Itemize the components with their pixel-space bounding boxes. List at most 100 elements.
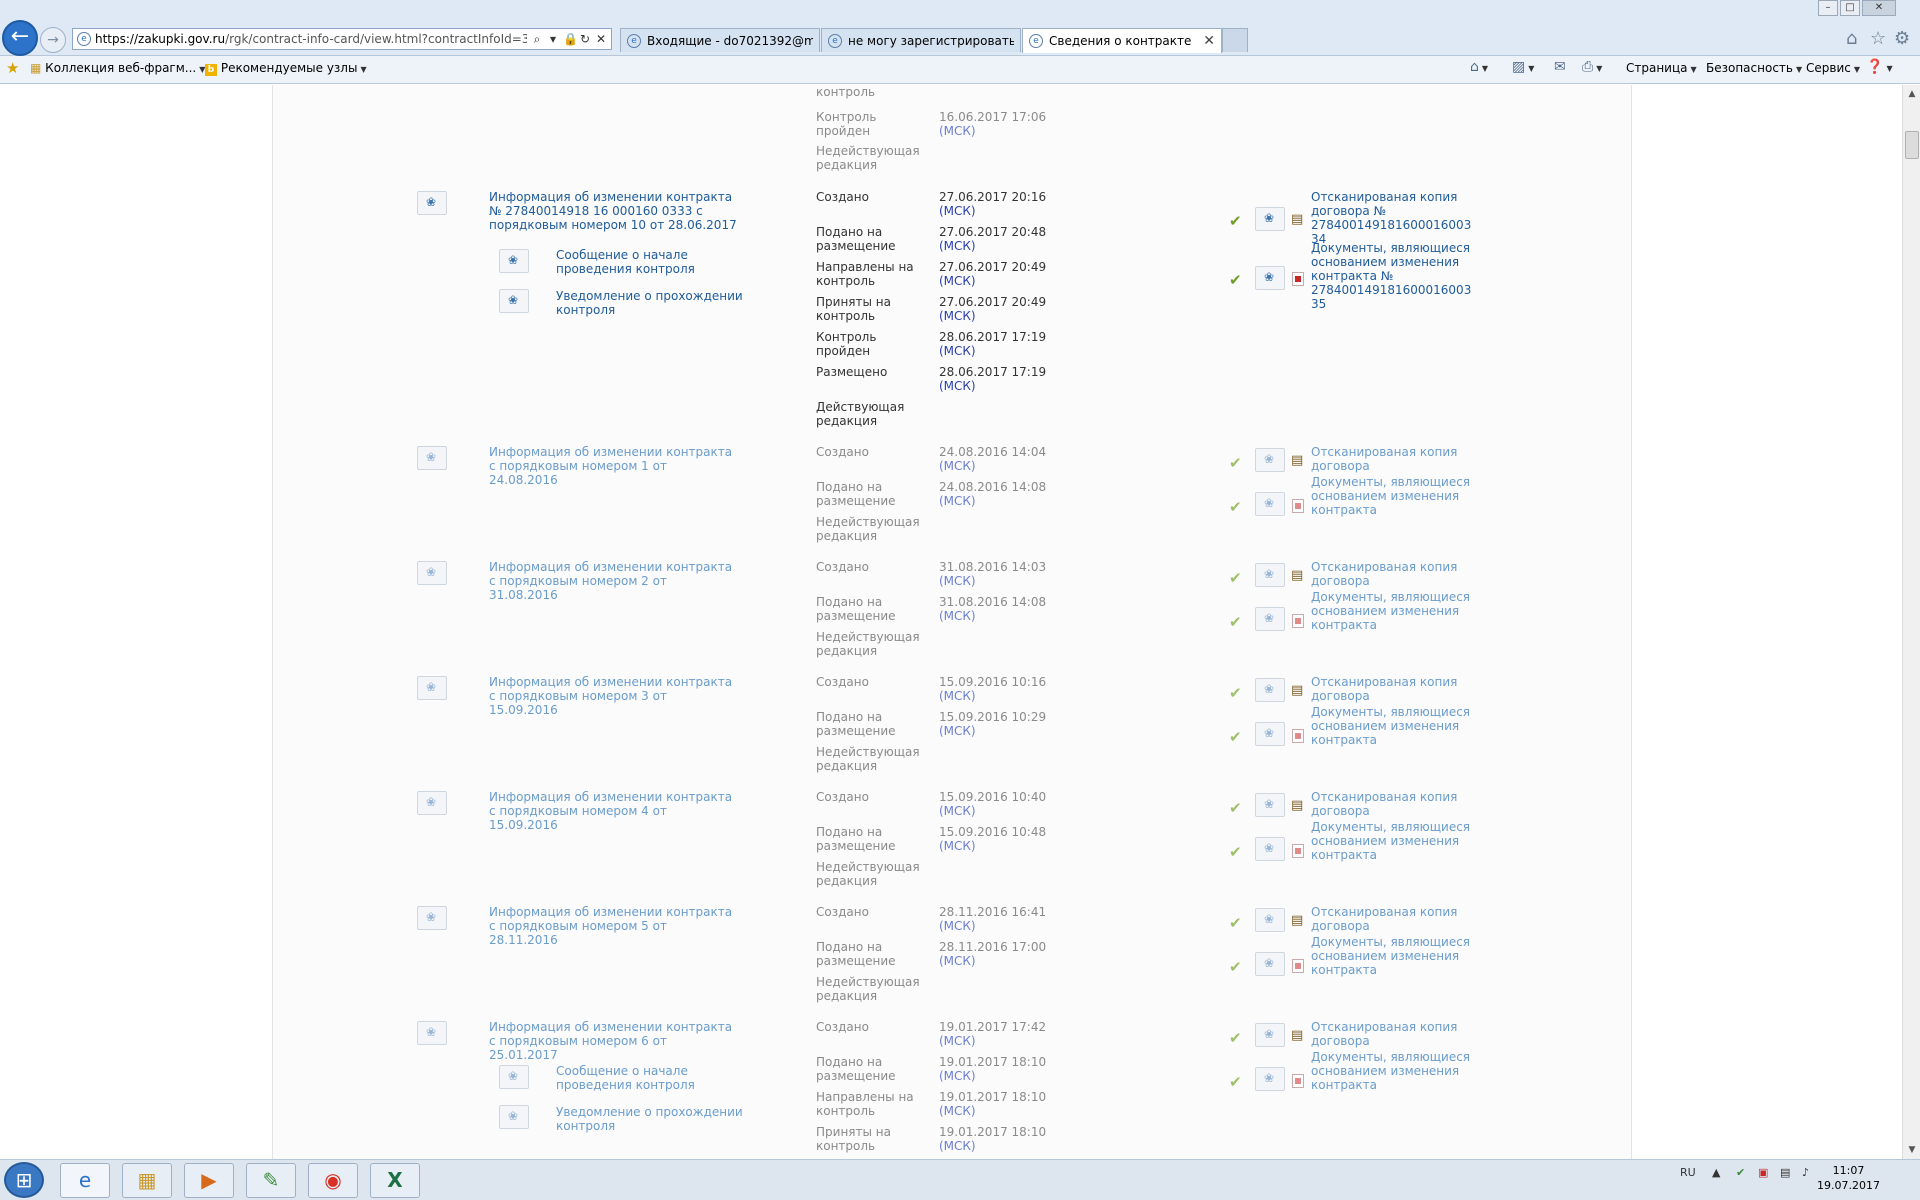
document-icon[interactable]: [1255, 563, 1285, 587]
scroll-down-icon[interactable]: ▼: [1905, 1143, 1919, 1157]
vertical-scrollbar[interactable]: ▲ ▼: [1902, 85, 1920, 1159]
document-icon[interactable]: [499, 289, 529, 313]
basis-documents-link[interactable]: Документы, являющиеся основанием изменен…: [1311, 475, 1471, 517]
refresh-icon[interactable]: ↻: [579, 32, 591, 46]
document-icon[interactable]: [417, 906, 447, 930]
document-icon[interactable]: [1255, 492, 1285, 516]
pdf-file-icon[interactable]: [1292, 959, 1304, 973]
chrome-icon[interactable]: ◉: [308, 1163, 358, 1198]
media-player-icon[interactable]: ▶: [184, 1163, 234, 1198]
pdf-file-icon[interactable]: [1292, 844, 1304, 858]
scanned-file-icon[interactable]: ▤: [1291, 212, 1305, 228]
control-start-message-link[interactable]: Сообщение о начале проведения контроля: [556, 1064, 756, 1092]
menu-security[interactable]: Безопасность ▼: [1706, 61, 1802, 75]
scanned-copy-link[interactable]: Отсканированая копия договора: [1311, 445, 1471, 473]
basis-documents-link[interactable]: Документы, являющиеся основанием изменен…: [1311, 705, 1471, 747]
help-button[interactable]: ❓ ▼: [1866, 59, 1893, 75]
favorites-icon[interactable]: ★: [6, 59, 19, 77]
control-passed-notice-link[interactable]: Уведомление о прохождении контроля: [556, 289, 756, 317]
change-info-link[interactable]: Информация об изменении контракта с поря…: [489, 1020, 739, 1062]
document-icon[interactable]: [1255, 1067, 1285, 1091]
change-info-link[interactable]: Информация об изменении контракта с поря…: [489, 560, 739, 602]
scrollbar-thumb[interactable]: [1905, 131, 1919, 159]
scroll-up-icon[interactable]: ▲: [1905, 87, 1919, 101]
document-icon[interactable]: [1255, 1023, 1285, 1047]
scanned-copy-link[interactable]: Отсканированая копия договора: [1311, 905, 1471, 933]
document-icon[interactable]: [417, 1021, 447, 1045]
recommended-sites-link[interactable]: b Рекомендуемые узлы ▼: [205, 61, 367, 76]
document-icon[interactable]: [417, 676, 447, 700]
mail-button[interactable]: ✉: [1554, 59, 1566, 75]
control-start-message-link[interactable]: Сообщение о начале проведения контроля: [556, 248, 756, 276]
network-icon[interactable]: ▤: [1780, 1166, 1790, 1179]
stop-icon[interactable]: ✕: [595, 32, 607, 46]
pdf-file-icon[interactable]: [1292, 1074, 1304, 1088]
document-icon[interactable]: [1255, 266, 1285, 290]
document-icon[interactable]: [499, 1065, 529, 1089]
scanned-copy-link[interactable]: Отсканированая копия договора № 27840014…: [1311, 190, 1471, 246]
excel-icon[interactable]: X: [370, 1163, 420, 1198]
minimize-button[interactable]: –: [1818, 0, 1838, 16]
tab-contract[interactable]: e Сведения о контракте ✕: [1022, 28, 1222, 53]
paint-icon[interactable]: ✎: [246, 1163, 296, 1198]
tab-forum[interactable]: e не могу зарегистрировать ДС...: [821, 28, 1021, 52]
home-icon[interactable]: ⌂: [1846, 28, 1857, 49]
pdf-file-icon[interactable]: [1292, 729, 1304, 743]
pdf-file-icon[interactable]: [1292, 499, 1304, 513]
change-info-link[interactable]: Информация об изменении контракта № 2784…: [489, 190, 739, 232]
volume-icon[interactable]: ♪: [1802, 1166, 1809, 1179]
favorites-collection-link[interactable]: ▦ Коллекция веб-фрагм... ▼: [30, 61, 205, 75]
search-icon[interactable]: ⌕: [531, 32, 543, 47]
document-icon[interactable]: [417, 791, 447, 815]
lock-icon[interactable]: 🔒: [563, 32, 578, 46]
change-info-link[interactable]: Информация об изменении контракта с поря…: [489, 790, 739, 832]
forward-button[interactable]: →: [40, 27, 66, 53]
menu-tools[interactable]: Сервис ▼: [1806, 61, 1860, 75]
document-icon[interactable]: [1255, 793, 1285, 817]
scanned-copy-link[interactable]: Отсканированая копия договора: [1311, 560, 1471, 588]
security-tray-icon[interactable]: ✔: [1736, 1166, 1745, 1179]
pdf-file-icon[interactable]: [1292, 272, 1304, 286]
new-tab-button[interactable]: [1222, 28, 1248, 52]
basis-documents-link[interactable]: Документы, являющиеся основанием изменен…: [1311, 820, 1471, 862]
basis-documents-link[interactable]: Документы, являющиеся основанием изменен…: [1311, 590, 1471, 632]
scanned-copy-link[interactable]: Отсканированая копия договора: [1311, 790, 1471, 818]
scanned-file-icon[interactable]: ▤: [1291, 1028, 1305, 1044]
document-icon[interactable]: [417, 446, 447, 470]
start-button[interactable]: ⊞: [4, 1162, 44, 1198]
scanned-file-icon[interactable]: ▤: [1291, 683, 1305, 699]
close-tab-icon[interactable]: ✕: [1203, 33, 1215, 49]
document-icon[interactable]: [1255, 448, 1285, 472]
url-text[interactable]: https://zakupki.gov.ru/rgk/contract-info…: [95, 32, 527, 46]
tab-mail[interactable]: e Входящие - do7021392@mail.r...: [620, 28, 820, 52]
document-icon[interactable]: [1255, 722, 1285, 746]
tray-expand-icon[interactable]: ▲: [1712, 1166, 1720, 1179]
document-icon[interactable]: [417, 561, 447, 585]
scanned-file-icon[interactable]: ▤: [1291, 568, 1305, 584]
document-icon[interactable]: [1255, 837, 1285, 861]
scanned-copy-link[interactable]: Отсканированая копия договора: [1311, 1020, 1471, 1048]
scanned-file-icon[interactable]: ▤: [1291, 913, 1305, 929]
basis-documents-link[interactable]: Документы, являющиеся основанием изменен…: [1311, 1050, 1471, 1092]
home-page-button[interactable]: ⌂ ▼: [1470, 59, 1488, 75]
rss-feed-button[interactable]: ▨ ▼: [1512, 59, 1534, 75]
change-info-link[interactable]: Информация об изменении контракта с поря…: [489, 675, 739, 717]
basis-documents-link[interactable]: Документы, являющиеся основанием изменен…: [1311, 241, 1471, 311]
maximize-button[interactable]: □: [1840, 0, 1860, 16]
document-icon[interactable]: [499, 249, 529, 273]
document-icon[interactable]: [1255, 607, 1285, 631]
back-button[interactable]: ←: [2, 20, 38, 56]
scanned-file-icon[interactable]: ▤: [1291, 453, 1305, 469]
scanned-copy-link[interactable]: Отсканированая копия договора: [1311, 675, 1471, 703]
document-icon[interactable]: [1255, 952, 1285, 976]
internet-explorer-icon[interactable]: e: [60, 1163, 110, 1198]
menu-page[interactable]: Страница ▼: [1626, 61, 1697, 75]
system-clock[interactable]: 11:07 19.07.2017: [1817, 1163, 1880, 1193]
document-icon[interactable]: [417, 191, 447, 215]
file-explorer-icon[interactable]: ▦: [122, 1163, 172, 1198]
change-info-link[interactable]: Информация об изменении контракта с поря…: [489, 445, 739, 487]
control-passed-notice-link[interactable]: Уведомление о прохождении контроля: [556, 1105, 756, 1133]
basis-documents-link[interactable]: Документы, являющиеся основанием изменен…: [1311, 935, 1471, 977]
document-icon[interactable]: [1255, 207, 1285, 231]
address-bar[interactable]: e https://zakupki.gov.ru/rgk/contract-in…: [72, 28, 612, 50]
